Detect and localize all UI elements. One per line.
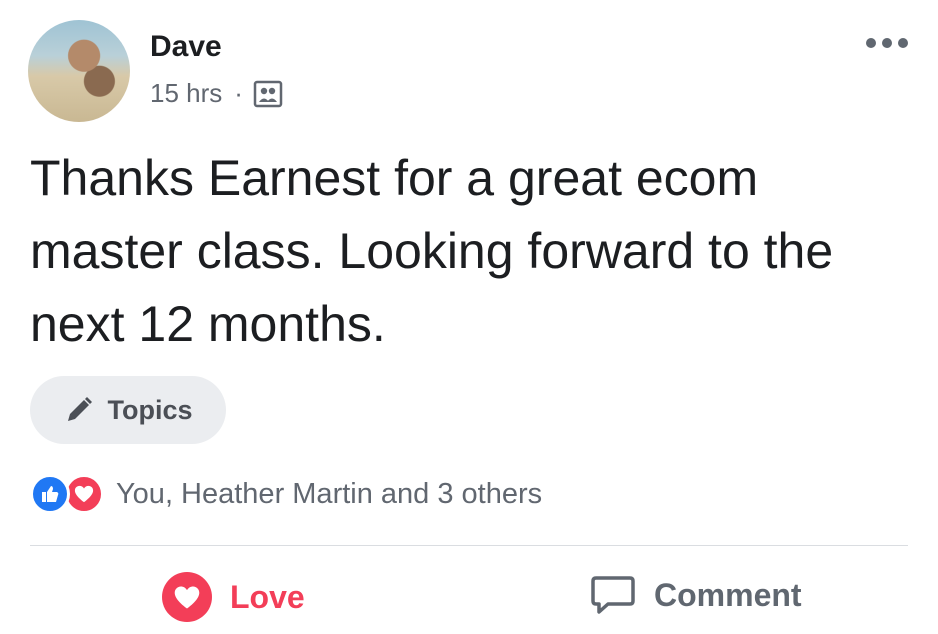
like-icon xyxy=(30,474,70,514)
love-icon xyxy=(64,474,104,514)
post-timestamp[interactable]: 15 hrs xyxy=(150,78,222,109)
comment-button[interactable]: Comment xyxy=(590,572,802,618)
love-label: Love xyxy=(230,578,305,615)
comment-icon xyxy=(591,576,635,614)
topics-label: Topics xyxy=(107,394,193,425)
author-avatar[interactable] xyxy=(28,20,130,122)
divider xyxy=(30,545,908,546)
topics-button[interactable]: Topics xyxy=(30,376,226,444)
love-button[interactable]: Love xyxy=(162,572,305,622)
comment-label: Comment xyxy=(654,576,802,613)
reactions-summary[interactable]: You, Heather Martin and 3 others xyxy=(30,474,542,514)
post-text: Thanks Earnest for a great ecom master c… xyxy=(30,150,834,352)
author-name[interactable]: Dave xyxy=(150,30,222,64)
meta-separator: · xyxy=(234,78,243,108)
love-icon xyxy=(162,572,212,622)
more-options-icon[interactable] xyxy=(866,38,908,48)
post-meta: 15 hrs · xyxy=(150,78,283,109)
group-audience-icon[interactable] xyxy=(253,80,283,108)
pencil-icon xyxy=(68,397,93,421)
reactions-summary-text[interactable]: You, Heather Martin and 3 others xyxy=(116,478,542,511)
